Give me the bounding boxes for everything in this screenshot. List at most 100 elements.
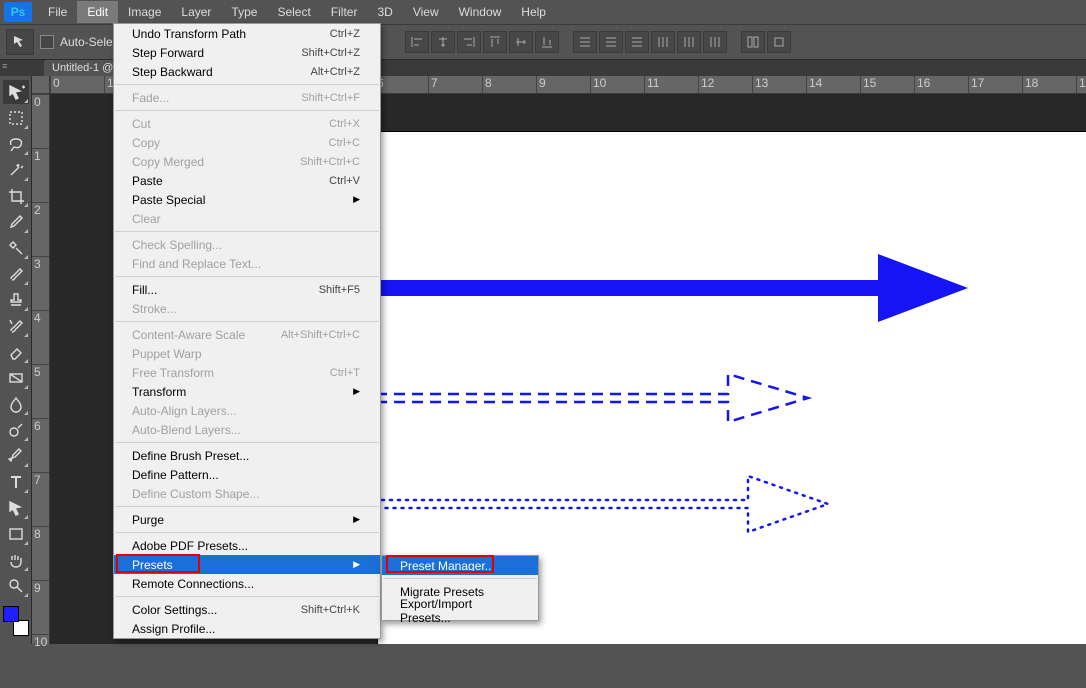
- color-swatches[interactable]: [3, 606, 29, 636]
- edit-menu-paste[interactable]: PasteCtrl+V: [114, 171, 380, 190]
- menubar-select[interactable]: Select: [267, 1, 320, 23]
- solid-arrow-shape: [358, 240, 978, 340]
- edit-menu-define-custom-shape: Define Custom Shape...: [114, 484, 380, 503]
- dist-vcenter-button[interactable]: [599, 31, 623, 53]
- hand-tool[interactable]: [3, 548, 29, 572]
- edit-menu-presets[interactable]: Presets▶: [114, 555, 380, 574]
- panel-grip-icon[interactable]: ≡: [2, 61, 10, 71]
- magic-wand-tool[interactable]: [3, 158, 29, 182]
- edit-menu-paste-special[interactable]: Paste Special▶: [114, 190, 380, 209]
- menu-item-label: Copy: [132, 136, 160, 150]
- dist-hcenter-button[interactable]: [677, 31, 701, 53]
- gradient-tool[interactable]: [3, 366, 29, 390]
- path-select-tool[interactable]: [3, 496, 29, 520]
- arrange-auto-button[interactable]: [741, 31, 765, 53]
- align-group: [405, 31, 559, 53]
- dist-top-button[interactable]: [573, 31, 597, 53]
- edit-menu-define-pattern[interactable]: Define Pattern...: [114, 465, 380, 484]
- menu-item-label: Clear: [132, 212, 161, 226]
- menubar-file[interactable]: File: [38, 1, 77, 23]
- ruler-tick: 15: [860, 76, 914, 93]
- arrange-3d-button[interactable]: [767, 31, 791, 53]
- edit-menu-fade: Fade...Shift+Ctrl+F: [114, 88, 380, 107]
- presets-submenu-preset-manager[interactable]: Preset Manager...: [382, 556, 538, 575]
- auto-select-checkbox[interactable]: [40, 35, 54, 49]
- menu-item-shortcut: Shift+Ctrl+C: [300, 156, 360, 168]
- menubar-edit[interactable]: Edit: [77, 1, 118, 23]
- menu-item-label: Paste Special: [132, 193, 205, 207]
- eyedropper-tool[interactable]: [3, 210, 29, 234]
- ruler-tick: 6: [374, 76, 428, 93]
- ruler-tick: 13: [752, 76, 806, 93]
- lasso-tool[interactable]: [3, 132, 29, 156]
- edit-menu-purge[interactable]: Purge▶: [114, 510, 380, 529]
- background-color[interactable]: [13, 620, 29, 636]
- eraser-tool[interactable]: [3, 340, 29, 364]
- zoom-tool[interactable]: [3, 574, 29, 598]
- align-hcenter-button[interactable]: [431, 31, 455, 53]
- dist-left-button[interactable]: [651, 31, 675, 53]
- menubar-image[interactable]: Image: [118, 1, 171, 23]
- dist-right-button[interactable]: [703, 31, 727, 53]
- edit-menu-define-brush-preset[interactable]: Define Brush Preset...: [114, 446, 380, 465]
- edit-menu-remote-connections[interactable]: Remote Connections...: [114, 574, 380, 593]
- presets-submenu-separator: [383, 578, 537, 579]
- edit-menu-step-backward[interactable]: Step BackwardAlt+Ctrl+Z: [114, 62, 380, 81]
- menubar-filter[interactable]: Filter: [321, 1, 368, 23]
- healing-brush-tool[interactable]: [3, 236, 29, 260]
- menu-item-label: Export/Import Presets...: [400, 597, 518, 625]
- menu-item-label: Preset Manager...: [400, 559, 495, 573]
- edit-menu-transform[interactable]: Transform▶: [114, 382, 380, 401]
- menu-item-label: Presets: [132, 558, 173, 572]
- history-brush-tool[interactable]: [3, 314, 29, 338]
- vertical-ruler[interactable]: 012345678910: [32, 94, 50, 644]
- stamp-tool[interactable]: [3, 288, 29, 312]
- menubar-layer[interactable]: Layer: [171, 1, 221, 23]
- edit-menu-cut: CutCtrl+X: [114, 114, 380, 133]
- menu-item-label: Define Pattern...: [132, 468, 219, 482]
- menubar-3d[interactable]: 3D: [367, 1, 402, 23]
- foreground-color[interactable]: [3, 606, 19, 622]
- edit-menu-undo-transform-path[interactable]: Undo Transform PathCtrl+Z: [114, 24, 380, 43]
- edit-menu-check-spelling: Check Spelling...: [114, 235, 380, 254]
- edit-menu-color-settings[interactable]: Color Settings...Shift+Ctrl+K: [114, 600, 380, 619]
- pen-tool[interactable]: [3, 444, 29, 468]
- menu-item-label: Step Backward: [132, 65, 213, 79]
- ruler-tick: 2: [32, 202, 49, 256]
- align-bottom-button[interactable]: [535, 31, 559, 53]
- align-vcenter-button[interactable]: [509, 31, 533, 53]
- crop-tool[interactable]: [3, 184, 29, 208]
- menu-item-shortcut: Ctrl+V: [329, 175, 360, 187]
- menu-item-label: Cut: [132, 117, 151, 131]
- edit-menu-assign-profile[interactable]: Assign Profile...: [114, 619, 380, 638]
- edit-menu-content-aware-scale: Content-Aware ScaleAlt+Shift+Ctrl+C: [114, 325, 380, 344]
- ruler-tick: 17: [968, 76, 1022, 93]
- blur-tool[interactable]: [3, 392, 29, 416]
- align-right-button[interactable]: [457, 31, 481, 53]
- align-left-button[interactable]: [405, 31, 429, 53]
- menubar-window[interactable]: Window: [449, 1, 512, 23]
- dist-bottom-button[interactable]: [625, 31, 649, 53]
- edit-menu-adobe-pdf-presets[interactable]: Adobe PDF Presets...: [114, 536, 380, 555]
- edit-menu-fill[interactable]: Fill...Shift+F5: [114, 280, 380, 299]
- edit-menu-step-forward[interactable]: Step ForwardShift+Ctrl+Z: [114, 43, 380, 62]
- type-tool[interactable]: [3, 470, 29, 494]
- menubar-help[interactable]: Help: [511, 1, 556, 23]
- dodge-tool[interactable]: [3, 418, 29, 442]
- ruler-tick: 4: [32, 310, 49, 364]
- align-top-button[interactable]: [483, 31, 507, 53]
- active-tool-indicator[interactable]: [6, 29, 34, 55]
- menubar-type[interactable]: Type: [221, 1, 267, 23]
- brush-tool[interactable]: [3, 262, 29, 286]
- move-tool[interactable]: [3, 80, 29, 104]
- edit-menu-find-and-replace-text: Find and Replace Text...: [114, 254, 380, 273]
- presets-submenu-export-import-presets[interactable]: Export/Import Presets...: [382, 601, 538, 620]
- shape-tool[interactable]: [3, 522, 29, 546]
- app-logo: Ps: [4, 2, 32, 22]
- menu-item-shortcut: Ctrl+Z: [330, 28, 360, 40]
- ruler-tick: 0: [50, 76, 104, 93]
- ruler-origin[interactable]: [32, 76, 50, 94]
- menubar-view[interactable]: View: [403, 1, 449, 23]
- ruler-tick: 9: [536, 76, 590, 93]
- marquee-tool[interactable]: [3, 106, 29, 130]
